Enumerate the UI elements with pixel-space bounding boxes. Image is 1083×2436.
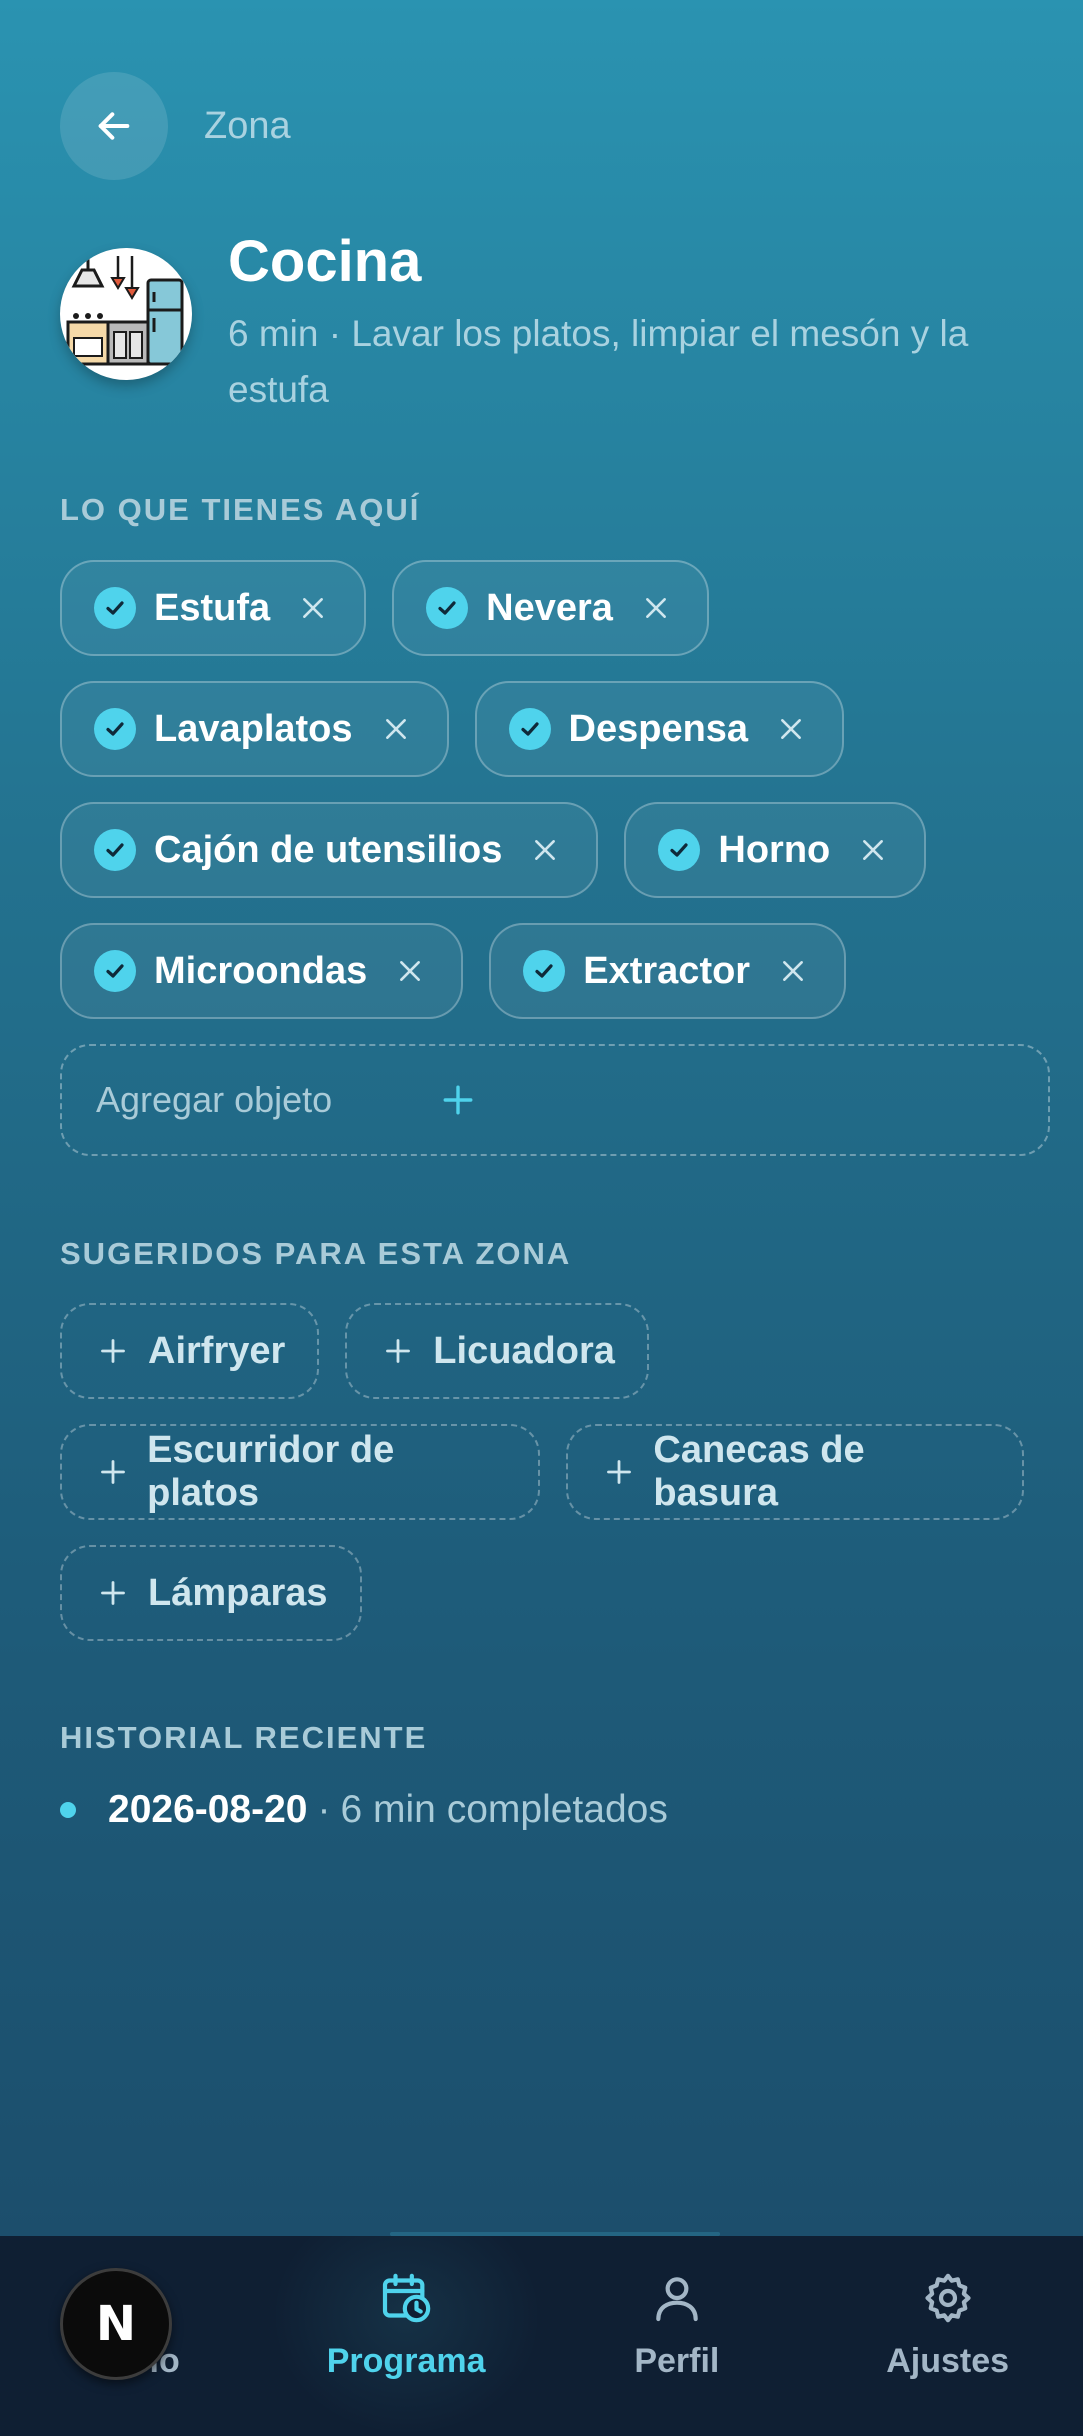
suggestion-chip[interactable]: Canecas de basura	[566, 1424, 1024, 1520]
item-chip-label: Cajón de utensilios	[154, 828, 503, 871]
check-icon	[94, 950, 136, 992]
plus-icon	[98, 1336, 128, 1366]
kitchen-illustration-icon	[64, 254, 186, 366]
plus-icon	[604, 1457, 633, 1487]
item-chip-label: Lavaplatos	[154, 707, 353, 750]
close-icon[interactable]	[778, 956, 808, 986]
bullet-dot	[60, 1802, 76, 1818]
check-icon	[94, 708, 136, 750]
suggestion-label: Lámparas	[148, 1571, 328, 1614]
item-chip[interactable]: Extractor	[489, 923, 847, 1019]
suggestion-row: Escurridor de platos Canecas de basura	[60, 1424, 1050, 1520]
breadcrumb-label: Zona	[204, 104, 291, 147]
item-chip[interactable]: Cajón de utensilios	[60, 802, 599, 898]
suggested-section-title: SUGERIDOS PARA ESTA ZONA	[60, 1236, 572, 1271]
suggestion-chip[interactable]: Escurridor de platos	[60, 1424, 541, 1520]
chip-row: Cajón de utensilios Horno	[60, 802, 1050, 898]
nav-item-perfil[interactable]: Perfil	[542, 2236, 813, 2436]
item-chip[interactable]: Lavaplatos	[60, 681, 449, 777]
chip-row: Estufa Nevera	[60, 560, 1050, 656]
back-button[interactable]	[60, 72, 168, 180]
item-chip-label: Estufa	[154, 586, 271, 629]
check-icon	[523, 950, 566, 992]
item-chip[interactable]: Horno	[624, 802, 927, 898]
item-chip-label: Despensa	[568, 707, 749, 750]
nav-label: Perfil	[634, 2342, 720, 2380]
calendar-clock-icon	[383, 2273, 431, 2323]
plus-icon	[98, 1457, 127, 1487]
check-icon	[658, 829, 701, 871]
gear-icon	[924, 2273, 971, 2323]
top-bar: Zona	[60, 72, 291, 180]
close-icon[interactable]	[381, 714, 411, 744]
item-chip[interactable]: Despensa	[474, 681, 845, 777]
item-chip[interactable]: Nevera	[392, 560, 709, 656]
chip-row: Microondas Extractor	[60, 923, 1050, 1019]
nav-item-ajustes[interactable]: Ajustes	[812, 2236, 1083, 2436]
check-icon	[94, 829, 136, 871]
item-chip-label: Extractor	[583, 949, 751, 992]
check-icon	[508, 708, 551, 750]
nav-label: Ajustes	[886, 2342, 1010, 2380]
chip-row: Lavaplatos Despensa	[60, 681, 1050, 777]
items-section-title: LO QUE TIENES AQUÍ	[60, 492, 421, 527]
user-icon	[656, 2277, 698, 2322]
plus-icon[interactable]	[438, 1080, 478, 1120]
suggestion-row: Lámparas	[60, 1545, 1050, 1641]
suggested-chip-list: Airfryer Licuadora Escurridor de platos …	[60, 1303, 1050, 1666]
history-entry: 2026-08-20 · 6 min completados	[60, 1788, 668, 1832]
item-chip-label: Nevera	[486, 586, 613, 629]
suggestion-row: Airfryer Licuadora	[60, 1303, 1050, 1399]
zone-header: Cocina 6 min · Lavar los platos, limpiar…	[60, 228, 1050, 418]
zone-text: Cocina 6 min · Lavar los platos, limpiar…	[228, 228, 1048, 418]
close-icon[interactable]	[776, 714, 806, 744]
items-chip-list: Estufa Nevera Lavaplatos Despensa Cajón …	[60, 560, 1050, 1044]
plus-icon	[383, 1336, 413, 1366]
suggestion-label: Canecas de basura	[653, 1429, 865, 1514]
close-icon[interactable]	[641, 593, 671, 623]
history-section-title: HISTORIAL RECIENTE	[60, 1720, 428, 1755]
close-icon[interactable]	[395, 956, 425, 986]
badge-letter: N	[95, 2296, 137, 2352]
close-icon[interactable]	[530, 835, 560, 865]
plus-icon	[98, 1578, 128, 1608]
item-chip[interactable]: Microondas	[60, 923, 464, 1019]
zone-subtitle: 6 min · Lavar los platos, limpiar el mes…	[228, 313, 969, 410]
add-item-input[interactable]	[94, 1078, 438, 1122]
check-icon	[94, 587, 136, 629]
check-icon	[426, 587, 469, 629]
suggestion-chip[interactable]: Airfryer	[60, 1303, 320, 1399]
close-icon[interactable]	[298, 593, 328, 623]
item-chip-label: Horno	[718, 828, 831, 871]
zone-avatar	[60, 248, 192, 380]
history-text: 6 min completados	[340, 1788, 668, 1831]
history-separator: ·	[317, 1788, 331, 1831]
suggestion-label: Airfryer	[148, 1329, 286, 1372]
item-chip[interactable]: Estufa	[60, 560, 367, 656]
nav-item-programa[interactable]: Programa	[270, 2236, 542, 2436]
nav-label: Programa	[326, 2342, 486, 2380]
history-date: 2026-08-20	[108, 1788, 308, 1831]
arrow-left-icon	[98, 112, 130, 140]
close-icon[interactable]	[858, 835, 888, 865]
add-item-field[interactable]	[60, 1044, 1050, 1156]
item-chip-label: Microondas	[154, 949, 368, 992]
suggestion-label: Licuadora	[433, 1329, 615, 1372]
suggestion-label: Escurridor de platos	[147, 1429, 395, 1514]
suggestion-chip[interactable]: Licuadora	[345, 1303, 649, 1399]
suggestion-chip[interactable]: Lámparas	[60, 1545, 362, 1641]
dev-overlay-badge[interactable]: N	[60, 2268, 172, 2380]
page-title: Cocina	[228, 229, 422, 294]
